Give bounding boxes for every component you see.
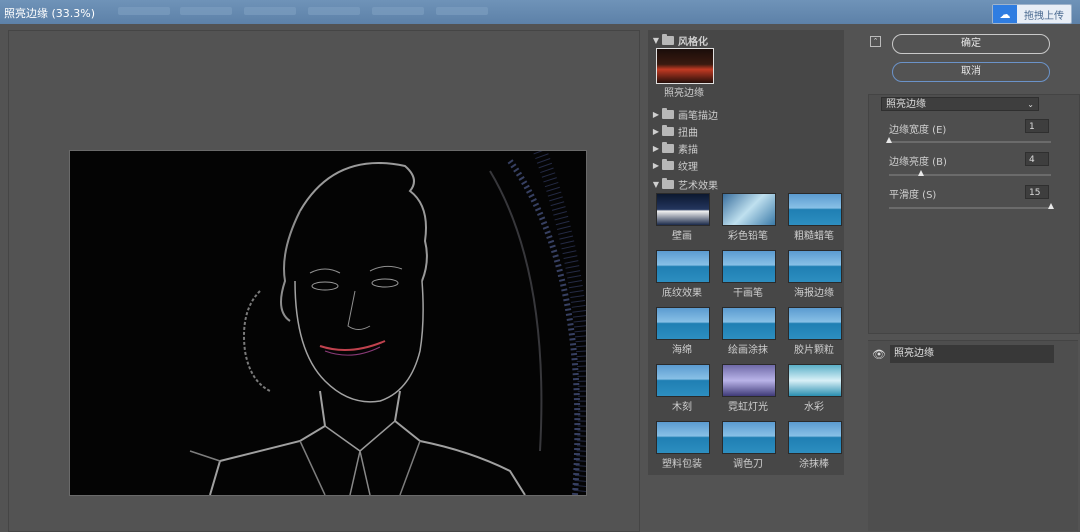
filter-thumb[interactable] [788,421,842,454]
filter-thumb[interactable] [656,307,710,340]
folder-icon [662,124,674,136]
folder-icon [662,158,674,170]
category-sketch[interactable]: ▶ 素描 [648,140,844,156]
blurred-menu [308,7,360,15]
filter-label: 照亮边缘 [664,88,704,99]
collapsed-icon: ▶ [652,109,660,119]
collapse-gallery-icon[interactable]: ⌃ [870,36,881,47]
effect-layer-name: 照亮边缘 [890,345,1054,363]
filter-label: 霓虹灯光 [728,402,768,413]
filter-thumb[interactable] [788,307,842,340]
visibility-eye-icon[interactable]: 👁 [868,348,890,361]
folder-icon [662,107,674,119]
category-artistic[interactable]: ▼ 艺术效果 [648,176,844,192]
drag-upload-button[interactable]: ☁ 拖拽上传 [992,4,1072,24]
filter-label: 塑料包装 [662,459,702,470]
filter-label: 涂抹棒 [799,459,829,470]
filter-label: 粗糙蜡笔 [794,231,834,242]
ok-button[interactable]: 确定 [892,34,1050,54]
chevron-down-icon: ⌄ [1027,100,1034,109]
blurred-menu [180,7,232,15]
filter-select-value: 照亮边缘 [886,99,926,110]
cancel-button[interactable]: 取消 [892,62,1050,82]
edge-brightness-input[interactable]: 4 [1025,152,1049,166]
filter-settings: 照亮边缘 ⌄ 边缘宽度 (E) 1 边缘亮度 (B) 4 平滑度 (S) 15 [868,94,1080,334]
slider-knob[interactable] [886,137,892,143]
preview-area[interactable] [8,30,640,532]
settings-panel: ⌃ 确定 取消 照亮边缘 ⌄ 边缘宽度 (E) 1 边缘亮度 (B) 4 平滑度… [866,30,1080,531]
filter-label: 绘画涂抹 [728,345,768,356]
filter-label: 干画笔 [733,288,763,299]
filter-label: 木刻 [672,402,692,413]
title-bar: 照亮边缘 (33.3%) ☁ 拖拽上传 [0,0,1080,24]
filter-label: 调色刀 [733,459,763,470]
category-texture[interactable]: ▶ 纹理 [648,157,844,173]
edge-width-label: 边缘宽度 (E) [889,125,947,136]
filter-thumb[interactable] [722,307,776,340]
effect-layers: 👁 照亮边缘 [868,340,1078,531]
expanded-icon: ▼ [652,35,660,45]
edge-brightness-slider[interactable] [889,170,1051,176]
category-label: 艺术效果 [678,180,718,192]
filter-thumb[interactable] [722,364,776,397]
edge-brightness-label: 边缘亮度 (B) [889,157,947,168]
upload-label: 拖拽上传 [1024,10,1064,22]
category-label: 纹理 [678,161,698,173]
category-label: 风格化 [678,36,708,48]
filter-label: 彩色铅笔 [728,231,768,242]
folder-icon [662,141,674,153]
smoothness-input[interactable]: 15 [1025,185,1049,199]
smoothness-slider[interactable] [889,203,1054,209]
filter-thumb[interactable] [722,421,776,454]
filter-thumb[interactable] [788,364,842,397]
filter-thumb[interactable] [722,250,776,283]
filter-thumb[interactable] [656,364,710,397]
category-label: 扭曲 [678,127,698,139]
folder-icon [662,33,674,45]
filter-thumb[interactable] [656,421,710,454]
category-label: 画笔描边 [678,110,718,122]
window-title: 照亮边缘 (33.3%) [4,7,96,20]
filter-label: 壁画 [672,231,692,242]
filter-gallery[interactable]: ▼ 风格化 照亮边缘 ▶ 画笔描边 ▶ 扭曲 ▶ 素描 ▶ 纹理 ▼ 艺术效果 … [648,30,844,475]
filter-thumb[interactable] [788,250,842,283]
filter-label: 胶片颗粒 [794,345,834,356]
cloud-icon: ☁ [993,5,1017,23]
blurred-menu [118,7,170,15]
glowing-edges-preview-image [189,151,586,495]
blurred-menu [372,7,424,15]
edge-width-input[interactable]: 1 [1025,119,1049,133]
folder-icon [662,177,674,189]
edge-width-slider[interactable] [886,137,1051,143]
smoothness-label: 平滑度 (S) [889,190,937,201]
blurred-menu [436,7,488,15]
filter-label: 海报边缘 [794,288,834,299]
category-distort[interactable]: ▶ 扭曲 [648,123,844,139]
filter-select[interactable]: 照亮边缘 ⌄ [881,97,1039,111]
expanded-icon: ▼ [652,179,660,189]
filter-label: 水彩 [804,402,824,413]
category-brush-strokes[interactable]: ▶ 画笔描边 [648,106,844,122]
preview-canvas[interactable] [69,150,587,496]
filter-thumb[interactable] [656,250,710,283]
collapsed-icon: ▶ [652,160,660,170]
filter-thumb[interactable] [656,193,710,226]
filter-label: 海绵 [672,345,692,356]
collapsed-icon: ▶ [652,126,660,136]
collapsed-icon: ▶ [652,143,660,153]
slider-knob[interactable] [1048,203,1054,209]
category-label: 素描 [678,144,698,156]
effect-layer-row[interactable]: 👁 照亮边缘 [868,345,1078,363]
filter-thumb-glowing-edges[interactable] [656,48,714,84]
filter-label: 底纹效果 [662,288,702,299]
blurred-menu [244,7,296,15]
filter-thumb[interactable] [788,193,842,226]
category-stylize[interactable]: ▼ 风格化 [648,32,844,48]
slider-knob[interactable] [918,170,925,176]
filter-thumb[interactable] [722,193,776,226]
